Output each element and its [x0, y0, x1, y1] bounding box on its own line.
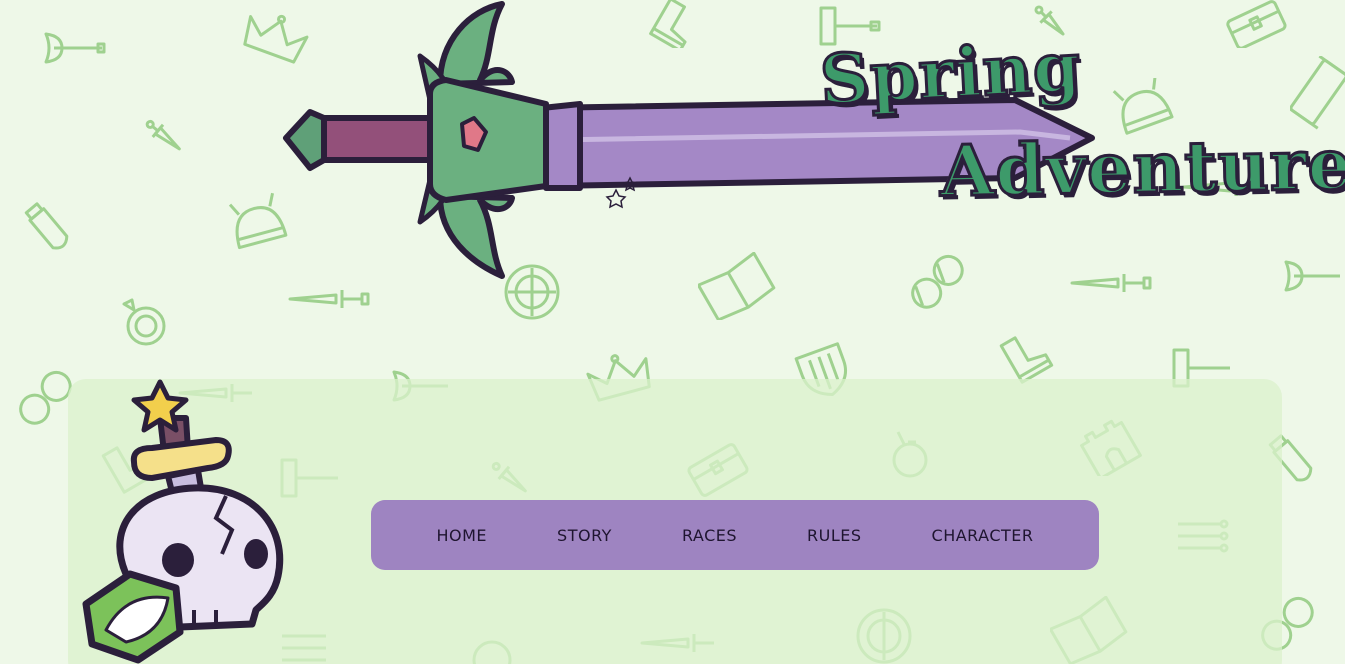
title-line-2: Adventure: [938, 121, 1345, 214]
nav-home-link[interactable]: HOME: [402, 526, 523, 545]
nav-rules-link[interactable]: RULES: [772, 526, 897, 545]
site-banner[interactable]: Spring Adventure: [280, 0, 1345, 280]
skull-sword-icon: [82, 379, 284, 664]
skull-emblem: [76, 378, 296, 664]
ring-icon: [122, 298, 166, 346]
nav-character-link[interactable]: CHARACTER: [897, 526, 1069, 545]
nav-races-link[interactable]: RACES: [647, 526, 772, 545]
potion-icon: [24, 202, 69, 250]
main-nav: HOME STORY RACES RULES CHARACTER: [371, 500, 1099, 570]
nav-story-link[interactable]: STORY: [522, 526, 647, 545]
axe-icon: [1284, 260, 1340, 292]
site-title: Spring Adventure: [810, 26, 1345, 234]
title-line-1: Spring: [817, 26, 1085, 123]
axe-icon: [44, 32, 106, 64]
dagger-icon: [288, 290, 370, 308]
dagger-icon: [145, 119, 181, 151]
